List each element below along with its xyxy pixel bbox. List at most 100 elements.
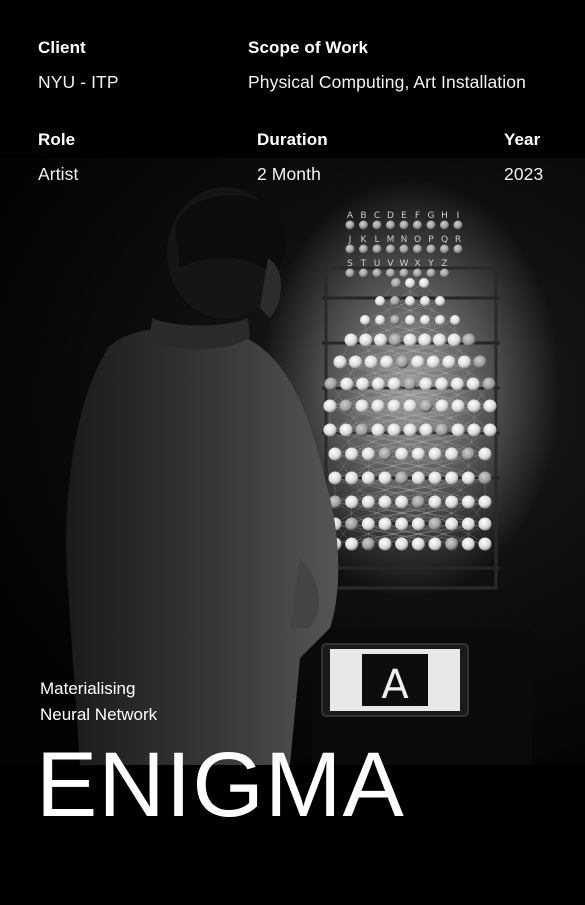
project-title: ENIGMA [36, 734, 405, 836]
neuron-ball [323, 423, 337, 437]
letter-ball [345, 268, 355, 278]
neuron-ball [371, 399, 385, 413]
neuron-ball [457, 355, 471, 369]
letter-grid: A B C D E F G H IJ K L M N O P Q RS T U V W X Y Z [345, 211, 463, 278]
role-label: Role [38, 130, 76, 149]
neuron-ball [403, 377, 417, 391]
neuron-ball [378, 537, 392, 551]
neuron-ball [345, 471, 359, 485]
letter-ball [386, 268, 395, 278]
neuron-ball [371, 423, 385, 437]
neuron-ball [403, 399, 417, 413]
letter-ball [345, 244, 355, 254]
subtitle-line-1: Materialising [40, 679, 136, 698]
letter-label: F [415, 211, 420, 221]
letter-ball [399, 220, 409, 230]
letter-label: Q [441, 235, 448, 245]
letter-ball [440, 220, 449, 230]
screen-letter: A [381, 662, 409, 708]
neuron-ball [483, 423, 497, 437]
letter-ball [372, 220, 382, 230]
neuron-ball [380, 355, 394, 369]
letter-ball [413, 244, 422, 254]
letter-label: I [457, 211, 460, 221]
neuron-ball [461, 471, 475, 485]
neuron-ball [478, 471, 492, 485]
neuron-ball [361, 471, 375, 485]
neuron-ball [435, 399, 449, 413]
neuron-ball [450, 315, 460, 325]
tablet: A [321, 643, 469, 717]
neuron-ball [395, 355, 409, 369]
client-value: NYU - ITP [38, 72, 119, 92]
neuron-ball [428, 471, 442, 485]
neuron-ball [411, 517, 425, 531]
letter-ball [413, 220, 422, 230]
neuron-ball [378, 495, 392, 509]
neuron-ball [428, 495, 442, 509]
neuron-ball [395, 447, 409, 461]
letter-label: A [347, 211, 354, 221]
hero-photo: ABCDEFGHIJKLMNOPQRSTUVWXYZ A [0, 158, 585, 765]
neuron-ball [333, 355, 347, 369]
neuron-ball [345, 537, 359, 551]
neuron-ball [355, 399, 369, 413]
letter-ball [440, 244, 449, 254]
letter-ball [359, 220, 368, 230]
neuron-ball [345, 495, 359, 509]
neuron-ball [445, 447, 459, 461]
neuron-ball [473, 355, 487, 369]
neuron-ball [345, 517, 359, 531]
neuron-ball [361, 447, 375, 461]
letter-label: R [455, 235, 461, 245]
letter-ball [386, 220, 395, 230]
neuron-ball [419, 423, 433, 437]
neuron-ball [387, 377, 401, 391]
neuron-ball [420, 315, 430, 325]
neuron-ball [466, 377, 480, 391]
letter-ball [372, 244, 382, 254]
letter-label: C [374, 211, 380, 221]
neuron-ball [467, 399, 481, 413]
neuron-ball [387, 423, 401, 437]
letter-ball [440, 268, 449, 278]
letter-ball [453, 244, 463, 254]
neuron-ball [435, 377, 449, 391]
neuron-ball [478, 537, 492, 551]
neuron-ball [445, 495, 459, 509]
neuron-ball [451, 399, 465, 413]
neuron-ball [395, 517, 409, 531]
neuron-ball [387, 399, 401, 413]
neuron-ball [375, 296, 385, 306]
letter-label: L [374, 235, 379, 245]
letter-ball [345, 220, 355, 230]
neuron-ball [378, 447, 392, 461]
neuron-ball [344, 333, 358, 347]
neuron-ball [361, 495, 375, 509]
neuron-ball [411, 495, 425, 509]
subtitle-line-2: Neural Network [40, 705, 158, 724]
neuron-ball [378, 517, 392, 531]
letter-ball [359, 244, 368, 254]
year-value: 2023 [504, 164, 544, 184]
letter-label: E [401, 211, 407, 221]
neuron-ball [405, 315, 415, 325]
hero-subtitle: Materialising Neural Network [40, 676, 157, 728]
neuron-ball [461, 447, 475, 461]
neuron-ball [445, 537, 459, 551]
letter-label: X [414, 259, 420, 269]
neuron-ball [339, 423, 353, 437]
neuron-ball [405, 296, 415, 306]
neuron-ball [328, 447, 342, 461]
neuron-ball [361, 517, 375, 531]
letter-ball [426, 220, 436, 230]
neuron-ball [462, 333, 476, 347]
neuron-ball [461, 495, 475, 509]
neuron-ball [374, 333, 387, 347]
letter-ball [413, 268, 422, 278]
neuron-ball [450, 377, 464, 391]
letter-ball [399, 268, 409, 278]
neuron-ball [478, 447, 492, 461]
neuron-ball [428, 447, 442, 461]
letter-ball [359, 268, 368, 278]
